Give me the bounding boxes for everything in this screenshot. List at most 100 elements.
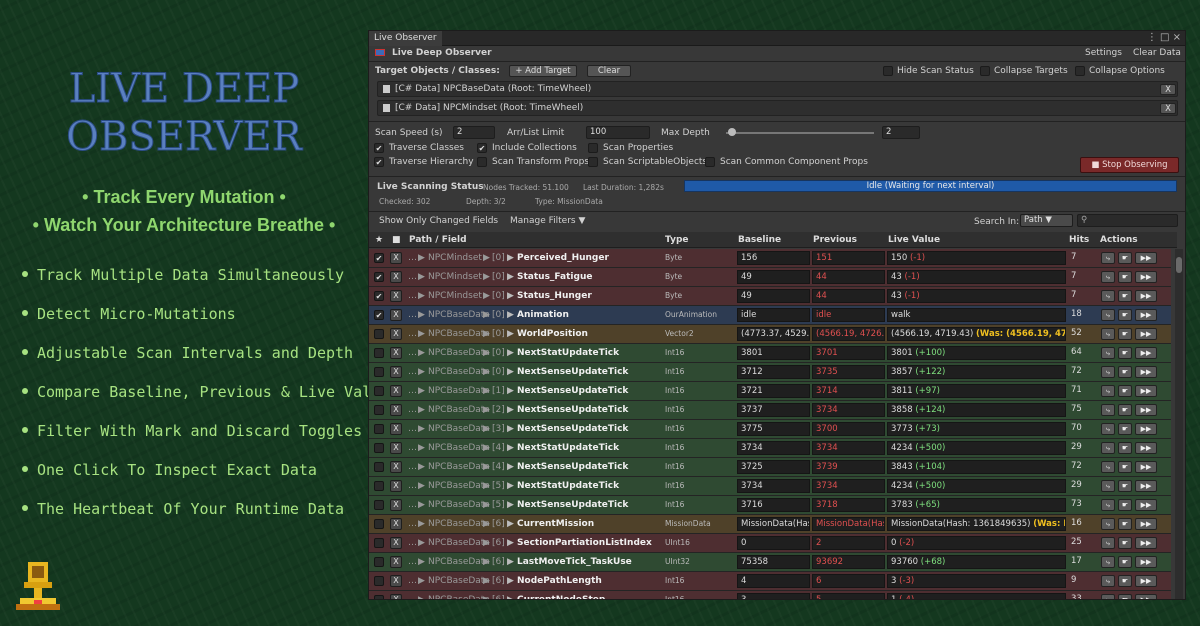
discard-button[interactable]: X: [390, 385, 402, 397]
expand-icon[interactable]: …: [408, 496, 417, 514]
step-forward-icon[interactable]: ▶▶: [1135, 347, 1157, 359]
ping-icon[interactable]: ☛: [1118, 328, 1132, 340]
inspect-icon[interactable]: ⤷: [1101, 461, 1115, 473]
table-row[interactable]: X … ▶ NPCBaseData ▶ [5] ▶ NextSenseUpdat…: [369, 496, 1171, 515]
search-input[interactable]: ⚲: [1077, 214, 1178, 227]
mark-checkbox[interactable]: [374, 424, 384, 434]
arr-limit-input[interactable]: 100: [586, 126, 650, 139]
show-only-changed-toggle[interactable]: Show Only Changed Fields: [379, 216, 498, 226]
scan-speed-input[interactable]: 2: [453, 126, 495, 139]
inspect-icon[interactable]: ⤷: [1101, 347, 1115, 359]
mark-checkbox[interactable]: [374, 443, 384, 453]
inspect-icon[interactable]: ⤷: [1101, 556, 1115, 568]
col-previous[interactable]: Previous: [813, 235, 857, 245]
inspect-icon[interactable]: ⤷: [1101, 518, 1115, 530]
expand-icon[interactable]: …: [408, 287, 417, 305]
mark-checkbox[interactable]: [374, 348, 384, 358]
table-row[interactable]: X … ▶ NPCBaseData ▶ [0] ▶ NextStatUpdate…: [369, 344, 1171, 363]
step-forward-icon[interactable]: ▶▶: [1135, 309, 1157, 321]
table-row[interactable]: X … ▶ NPCBaseData ▶ [0] ▶ NextSenseUpdat…: [369, 363, 1171, 382]
collapse-targets-checkbox[interactable]: [980, 66, 990, 76]
table-row[interactable]: X … ▶ NPCBaseData ▶ [6] ▶ LastMoveTick_T…: [369, 553, 1171, 572]
star-column-icon[interactable]: ★: [375, 235, 383, 245]
expand-icon[interactable]: …: [408, 458, 417, 476]
table-row[interactable]: ✔ X … ▶ NPCMindset ▶ [0] ▶ Status_Fatigu…: [369, 268, 1171, 287]
step-forward-icon[interactable]: ▶▶: [1135, 537, 1157, 549]
table-row[interactable]: X … ▶ NPCBaseData ▶ [6] ▶ NodePathLength…: [369, 572, 1171, 591]
table-row[interactable]: X … ▶ NPCBaseData ▶ [2] ▶ NextSenseUpdat…: [369, 401, 1171, 420]
ping-icon[interactable]: ☛: [1118, 290, 1132, 302]
table-row[interactable]: X … ▶ NPCBaseData ▶ [6] ▶ CurrentNodeSte…: [369, 591, 1171, 599]
expand-icon[interactable]: …: [408, 477, 417, 495]
ping-icon[interactable]: ☛: [1118, 537, 1132, 549]
expand-icon[interactable]: …: [408, 420, 417, 438]
expand-icon[interactable]: …: [408, 515, 417, 533]
inspect-icon[interactable]: ⤷: [1101, 309, 1115, 321]
discard-button[interactable]: X: [390, 347, 402, 359]
inspect-icon[interactable]: ⤷: [1101, 271, 1115, 283]
mark-checkbox[interactable]: [374, 405, 384, 415]
col-actions[interactable]: Actions: [1100, 235, 1138, 245]
max-depth-slider-track[interactable]: [726, 132, 874, 134]
window-menu-icon[interactable]: ⋮ □ ×: [1147, 32, 1181, 43]
step-forward-icon[interactable]: ▶▶: [1135, 575, 1157, 587]
step-forward-icon[interactable]: ▶▶: [1135, 499, 1157, 511]
clear-targets-button[interactable]: Clear: [587, 65, 631, 77]
step-forward-icon[interactable]: ▶▶: [1135, 461, 1157, 473]
step-forward-icon[interactable]: ▶▶: [1135, 385, 1157, 397]
mark-column-icon[interactable]: ■: [392, 235, 401, 245]
inspect-icon[interactable]: ⤷: [1101, 385, 1115, 397]
inspect-icon[interactable]: ⤷: [1101, 252, 1115, 264]
ping-icon[interactable]: ☛: [1118, 594, 1132, 599]
discard-button[interactable]: X: [390, 271, 402, 283]
ping-icon[interactable]: ☛: [1118, 556, 1132, 568]
ping-icon[interactable]: ☛: [1118, 423, 1132, 435]
scan-properties-checkbox[interactable]: [588, 143, 598, 153]
expand-icon[interactable]: …: [408, 382, 417, 400]
col-hits[interactable]: Hits: [1069, 235, 1089, 245]
inspect-icon[interactable]: ⤷: [1101, 404, 1115, 416]
discard-button[interactable]: X: [390, 575, 402, 587]
step-forward-icon[interactable]: ▶▶: [1135, 404, 1157, 416]
inspect-icon[interactable]: ⤷: [1101, 442, 1115, 454]
discard-button[interactable]: X: [390, 328, 402, 340]
expand-icon[interactable]: …: [408, 268, 417, 286]
col-baseline[interactable]: Baseline: [738, 235, 781, 245]
max-depth-input[interactable]: 2: [882, 126, 920, 139]
scan-common-checkbox[interactable]: [705, 157, 715, 167]
traverse-classes-checkbox[interactable]: ✔: [374, 143, 384, 153]
table-scrollbar[interactable]: [1175, 249, 1183, 599]
step-forward-icon[interactable]: ▶▶: [1135, 271, 1157, 283]
ping-icon[interactable]: ☛: [1118, 385, 1132, 397]
col-path[interactable]: Path / Field: [409, 235, 467, 245]
expand-icon[interactable]: …: [408, 363, 417, 381]
ping-icon[interactable]: ☛: [1118, 271, 1132, 283]
mark-checkbox[interactable]: [374, 538, 384, 548]
clear-data-button[interactable]: Clear Data: [1133, 48, 1181, 58]
mark-checkbox[interactable]: ✔: [374, 291, 384, 301]
table-row[interactable]: X … ▶ NPCBaseData ▶ [4] ▶ NextSenseUpdat…: [369, 458, 1171, 477]
ping-icon[interactable]: ☛: [1118, 442, 1132, 454]
discard-button[interactable]: X: [390, 518, 402, 530]
table-row[interactable]: X … ▶ NPCBaseData ▶ [5] ▶ NextStatUpdate…: [369, 477, 1171, 496]
collapse-options-checkbox[interactable]: [1075, 66, 1085, 76]
discard-button[interactable]: X: [390, 404, 402, 416]
step-forward-icon[interactable]: ▶▶: [1135, 252, 1157, 264]
expand-icon[interactable]: …: [408, 344, 417, 362]
hide-scan-status-checkbox[interactable]: [883, 66, 893, 76]
traverse-hierarchy-checkbox[interactable]: ✔: [374, 157, 384, 167]
ping-icon[interactable]: ☛: [1118, 309, 1132, 321]
scan-scriptable-checkbox[interactable]: [588, 157, 598, 167]
ping-icon[interactable]: ☛: [1118, 480, 1132, 492]
ping-icon[interactable]: ☛: [1118, 252, 1132, 264]
expand-icon[interactable]: …: [408, 572, 417, 590]
ping-icon[interactable]: ☛: [1118, 461, 1132, 473]
discard-button[interactable]: X: [390, 537, 402, 549]
table-row[interactable]: X … ▶ NPCBaseData ▶ [4] ▶ NextStatUpdate…: [369, 439, 1171, 458]
discard-button[interactable]: X: [390, 480, 402, 492]
table-row[interactable]: X … ▶ NPCBaseData ▶ [0] ▶ WorldPosition …: [369, 325, 1171, 344]
inspect-icon[interactable]: ⤷: [1101, 328, 1115, 340]
discard-button[interactable]: X: [390, 366, 402, 378]
step-forward-icon[interactable]: ▶▶: [1135, 290, 1157, 302]
include-collections-checkbox[interactable]: ✔: [477, 143, 487, 153]
